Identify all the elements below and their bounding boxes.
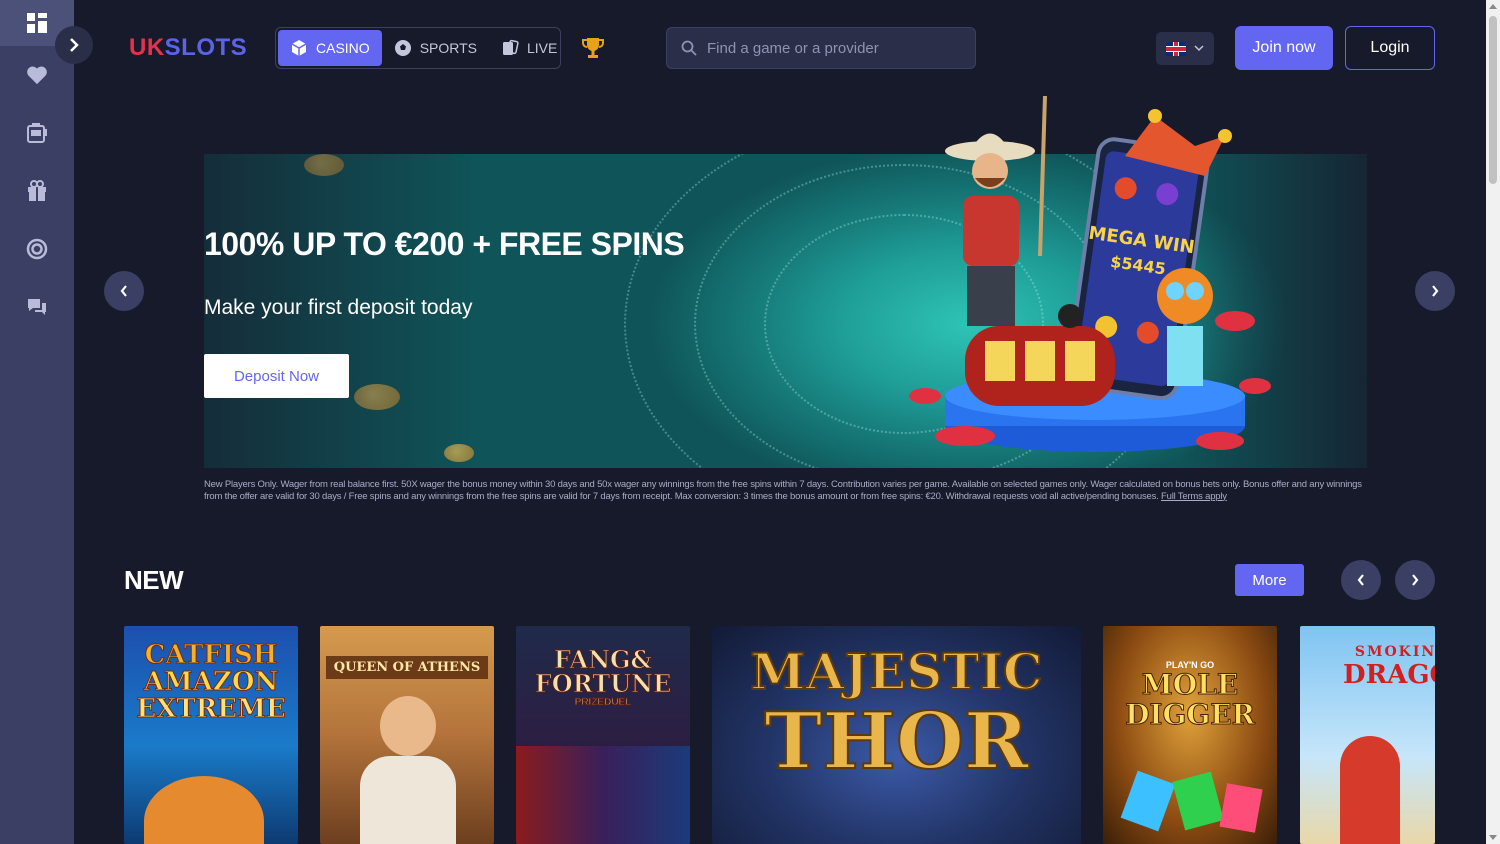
catfish-art: [144, 776, 264, 844]
uk-flag-icon: [1166, 41, 1186, 56]
game-tile-queen-of-athens[interactable]: QUEEN OF ATHENS: [320, 626, 494, 844]
tab-label: CASINO: [316, 40, 370, 56]
game-title: FORTUNE: [534, 669, 672, 698]
login-button[interactable]: Login: [1345, 26, 1435, 70]
tab-sports[interactable]: SPORTS: [382, 30, 489, 66]
banner-prev-button[interactable]: [104, 271, 144, 311]
game-tile-mole-digger[interactable]: PLAY'N GO MOLE DIGGER: [1103, 626, 1277, 844]
cube-icon: [291, 40, 307, 56]
gem-art: [1120, 770, 1176, 832]
gem-art: [1219, 783, 1263, 833]
slot-machine-icon: [27, 123, 47, 143]
game-title: AMAZON: [143, 667, 279, 697]
game-title: SMOKING: [1354, 644, 1435, 660]
chevron-right-icon: [1432, 285, 1439, 297]
site-logo[interactable]: UKSLOTS: [129, 34, 247, 62]
game-title: DRAGON: [1343, 660, 1435, 690]
dashboard-icon: [27, 13, 47, 33]
language-selector[interactable]: [1156, 32, 1214, 65]
game-title: MOLE: [1141, 668, 1239, 701]
game-title: CATFISH: [144, 640, 278, 670]
cards-icon: [503, 39, 519, 55]
banner-subline: Make your first deposit today: [204, 296, 473, 319]
tab-casino[interactable]: CASINO: [278, 30, 382, 66]
game-tile-smoking-dragon[interactable]: SMOKING DRAGON: [1300, 626, 1435, 844]
section-title-new: NEW: [124, 565, 184, 595]
left-sidebar: [0, 0, 74, 844]
game-tile-fang-and-fortune[interactable]: FANG& FORTUNE PRIZEDUEL: [516, 626, 690, 844]
game-tile-catfish-amazon-extreme[interactable]: CATFISH AMAZON EXTREME: [124, 626, 298, 844]
scroll-down-arrow[interactable]: [1489, 835, 1497, 840]
join-now-button[interactable]: Join now: [1235, 26, 1333, 70]
gem-art: [1172, 771, 1224, 831]
gift-icon: [28, 180, 46, 201]
fang-art: [516, 746, 690, 844]
chevron-left-icon: [1357, 574, 1364, 586]
search-box[interactable]: [666, 27, 976, 69]
sidebar-item-support[interactable]: [0, 278, 74, 336]
deposit-now-button[interactable]: Deposit Now: [204, 354, 349, 398]
game-tile-majestic-thor[interactable]: MAJESTIC THOR: [712, 626, 1081, 844]
games-next-button[interactable]: [1395, 560, 1435, 600]
trophy-icon: [582, 38, 604, 58]
banner-illustration: MEGA WIN $5445: [909, 96, 1271, 452]
game-title: THOR: [763, 696, 1030, 787]
support-chat-icon: [28, 299, 46, 315]
more-button[interactable]: More: [1235, 564, 1304, 596]
dragon-art: [1340, 736, 1400, 844]
chevron-right-icon: [1412, 574, 1419, 586]
tab-label: LIVE: [527, 40, 558, 56]
sidebar-item-tournaments[interactable]: [0, 220, 74, 278]
game-title: EXTREME: [136, 694, 286, 724]
queen-dress: [360, 756, 456, 844]
chevron-right-icon: [70, 38, 79, 52]
game-subtitle: PRIZEDUEL: [574, 697, 632, 709]
soccer-ball-icon: [394, 40, 411, 56]
game-title: MAJESTIC: [749, 642, 1043, 701]
product-switcher: CASINO SPORTS LIVE: [275, 27, 561, 69]
search-icon: [681, 40, 697, 56]
bonus-terms: New Players Only. Wager from real balanc…: [204, 479, 1369, 502]
scrollbar-thumb[interactable]: [1489, 16, 1497, 184]
queen-art: [380, 696, 436, 756]
sidebar-item-promotions[interactable]: [0, 162, 74, 220]
chevron-left-icon: [120, 285, 127, 297]
banner-headline: 100% UP TO €200 + FREE SPINS: [204, 226, 685, 262]
search-input[interactable]: [707, 39, 957, 57]
trophy-button[interactable]: [582, 36, 604, 66]
target-icon: [26, 238, 48, 260]
chevron-down-icon: [1194, 45, 1204, 52]
banner-next-button[interactable]: [1415, 271, 1455, 311]
games-prev-button[interactable]: [1341, 560, 1381, 600]
tab-label: SPORTS: [419, 40, 477, 56]
sidebar-item-slots[interactable]: [0, 104, 74, 162]
tab-live[interactable]: LIVE: [489, 30, 569, 66]
game-title: QUEEN OF ATHENS: [326, 656, 488, 679]
sidebar-toggle-button[interactable]: [55, 26, 93, 64]
heart-icon: [27, 66, 47, 85]
top-header: UKSLOTS CASINO SPORTS LIVE Join now Logi…: [74, 0, 1486, 96]
full-terms-link[interactable]: Full Terms apply: [1161, 491, 1227, 502]
page-scrollbar[interactable]: [1486, 0, 1500, 844]
game-title: DIGGER: [1125, 698, 1256, 731]
scroll-up-arrow[interactable]: [1489, 4, 1497, 9]
